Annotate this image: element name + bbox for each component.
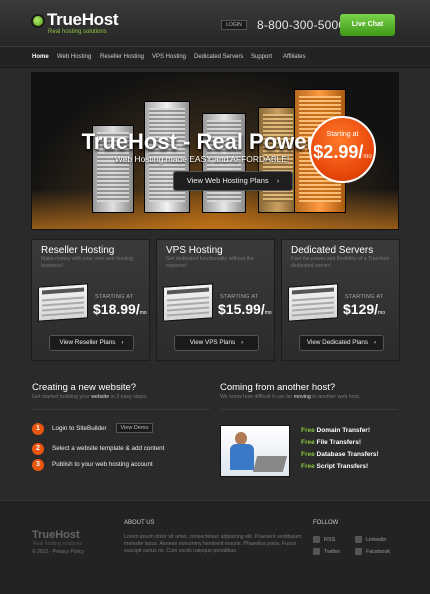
chevron-right-icon: › [374,339,377,346]
nav-item-web-hosting[interactable]: Web Hosting [57,54,91,60]
transfer-item: Free Database Transfers! [301,451,379,458]
view-dedicated-plans-button[interactable]: View Dedicated Plans › [299,335,384,351]
about-heading: ABOUT US [124,520,155,526]
screenshot-thumbnail [163,283,213,322]
create-subtitle: Get started building your website in 3 e… [32,394,148,400]
divider [220,409,398,410]
login-button[interactable]: LOGIN [221,20,247,30]
site-header: TrueHost Real hosting solutions LOGIN 8-… [0,0,430,46]
support-person-photo [220,425,290,477]
site-footer: TrueHost Real hosting solutions © 2012 ·… [0,500,430,594]
transfer-subtitle: We know how difficult it can be moving t… [220,394,361,400]
starting-at-label: STARTING AT [95,294,134,300]
hero-title: TrueHost - Real Power! [81,129,323,154]
follow-heading: FOLLOW [313,520,339,526]
site-tagline: Real hosting solutions [48,29,107,35]
social-link-twitter[interactable]: Twitter [313,548,340,555]
transfer-item: Free Domain Transfer! [301,427,371,434]
hero-subtitle: Web Hosting made EASY and AFFORDABLE! [114,154,290,164]
footer-copyright[interactable]: © 2012 · Privacy Policy [32,549,84,555]
nav-item-support[interactable]: Support [251,54,272,60]
card-title: Dedicated Servers [291,245,374,256]
transfer-item: Free Script Transfers! [301,463,369,470]
view-reseller-plans-button[interactable]: View Reseller Plans › [49,335,134,351]
logo-icon[interactable] [33,16,43,26]
card-price: $129/mo [343,301,385,317]
nav-item-dedicated-servers[interactable]: Dedicated Servers [194,54,243,60]
screenshot-thumbnail [288,283,338,322]
step-text: Select a website template & add content [52,445,165,452]
hero-banner: TrueHost - Real Power! Web Hosting made … [31,72,399,230]
card-description: Make money with your own web hosting bus… [41,256,133,269]
transfer-title: Coming from another host? [220,382,336,393]
starting-at-label: STARTING AT [220,294,259,300]
footer-tagline: Real hosting solutions [33,541,82,547]
chevron-right-icon: › [121,339,124,346]
create-title: Creating a new website? [32,382,137,393]
step-text: Login to SiteBuilder [52,425,107,432]
hero-button-label: View Web Hosting Plans [186,176,269,185]
transfer-item: Free File Transfers! [301,439,361,446]
plan-card-reseller: Reseller Hosting Make money with your ow… [31,239,150,361]
badge-label: Starting at [326,131,359,138]
social-link-linkedin[interactable]: Linkedin [355,536,387,543]
divider [32,409,210,410]
card-price: $15.99/mo [218,301,272,317]
plan-card-dedicated: Dedicated Servers Feel the power and fle… [281,239,400,361]
chevron-right-icon: › [276,176,280,185]
plan-card-vps: VPS Hosting Get dedicated functionality … [156,239,275,361]
site-logo[interactable]: TrueHost [47,10,119,30]
price-badge: Starting at $2.99/mo [309,116,376,183]
view-web-hosting-plans-button[interactable]: View Web Hosting Plans › [173,171,293,191]
chevron-right-icon: › [241,339,244,346]
starting-at-label: STARTING AT [345,294,384,300]
step-number: 3 [32,459,44,471]
main-nav: Home Web Hosting Reseller Hosting VPS Ho… [0,46,430,68]
view-vps-plans-button[interactable]: View VPS Plans › [174,335,259,351]
screenshot-thumbnail [38,283,88,322]
badge-price: $2.99/mo [313,142,372,162]
about-text: Lorem ipsum dolor sit amet, consectetuer… [124,534,302,554]
nav-item-reseller-hosting[interactable]: Reseller Hosting [100,54,144,60]
card-price: $18.99/mo [93,301,147,317]
nav-item-home[interactable]: Home [32,54,49,60]
rss-icon [313,536,320,543]
card-title: VPS Hosting [166,245,223,256]
facebook-icon [355,548,362,555]
social-link-facebook[interactable]: Facebook [355,548,390,555]
card-description: Feel the power and flexibility of a True… [291,256,390,269]
nav-item-affiliates[interactable]: Affiliates [283,54,306,60]
live-chat-button[interactable]: Live Chat [340,14,395,36]
step-text: Publish to your web hosting account [52,461,153,468]
card-title: Reseller Hosting [41,245,115,256]
phone-number: 8-800-300-5000 [257,18,346,32]
linkedin-icon [355,536,362,543]
nav-item-vps-hosting[interactable]: VPS Hosting [152,54,186,60]
step-number: 1 [32,423,44,435]
twitter-icon [313,548,320,555]
step-number: 2 [32,443,44,455]
social-link-rss[interactable]: RSS [313,536,335,543]
view-demo-button[interactable]: View Demo [116,423,153,433]
card-description: Get dedicated functionality without the … [166,256,254,269]
footer-logo[interactable]: TrueHost [32,529,80,541]
